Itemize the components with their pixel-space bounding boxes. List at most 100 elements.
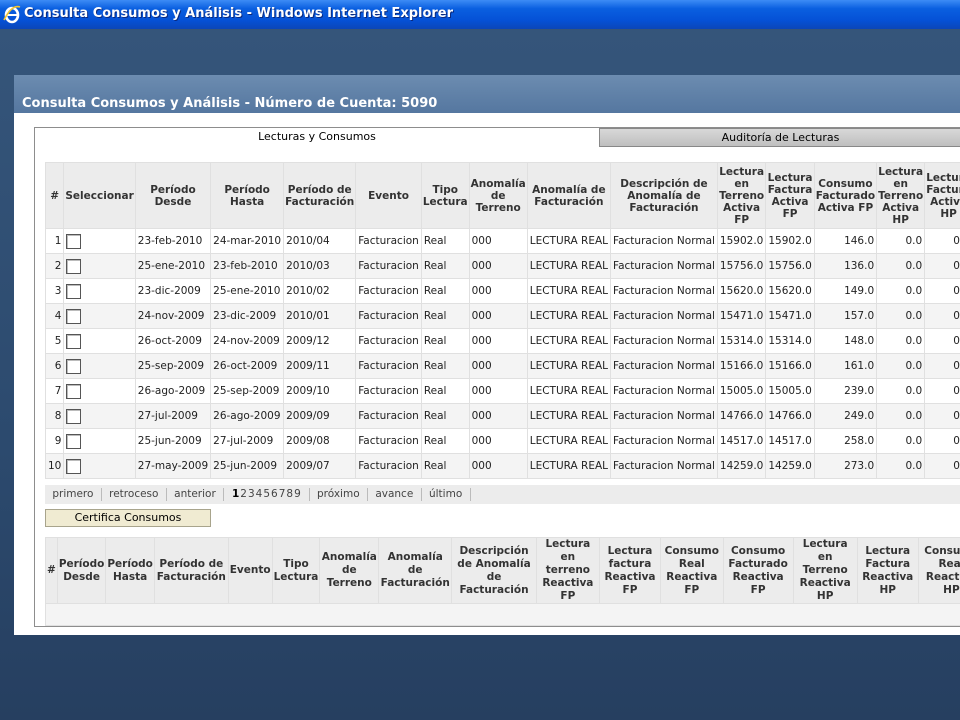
table-cell: LECTURA REAL [526,278,612,304]
pager-page-9[interactable]: 9 [294,485,301,504]
row-select-checkbox[interactable] [66,283,82,299]
pager-separator [165,487,167,501]
row-select-checkbox[interactable] [66,308,82,324]
row-select-checkbox[interactable] [66,458,82,474]
table-cell: 8 [45,403,65,429]
column-header: Período de Facturación [283,162,357,229]
row-select-checkbox[interactable] [66,333,82,349]
pager-page-6[interactable]: 6 [271,485,278,504]
select-cell [63,278,136,304]
table-cell: 0.0 [876,278,926,304]
table-cell: Facturacion [355,453,422,479]
select-cell [63,228,136,254]
pagination-bar: primero retroceso anterior 123456789 pró… [45,485,960,504]
pager-previous-link[interactable]: anterior [174,485,216,504]
table-row: 9 25-jun-2009 27-jul-2009 2009/08 Facturacio… [45,428,960,454]
pager-page-1[interactable]: 1 [232,485,239,504]
pager-separator [100,487,102,501]
table-cell: 23-dic-2009 [210,303,285,329]
row-select-checkbox[interactable] [66,258,82,274]
table-cell: LECTURA REAL [526,328,612,354]
table-cell: 15471.0 [716,303,767,329]
row-select-checkbox[interactable] [66,383,82,399]
table-cell: 000 [468,378,528,404]
tab-auditoria-lecturas[interactable]: Auditoría de Lecturas [599,128,960,147]
table-cell: 000 [468,303,528,329]
pager-pages: 123456789 [231,485,301,504]
table-cell: 26-ago-2009 [134,378,212,404]
table-cell: Facturacion Normal [610,253,718,279]
column-header: Lectura Factura Activa HP [924,162,960,229]
pager-next-link[interactable]: próximo [317,485,360,504]
table-cell: 2009/09 [283,403,357,429]
table-cell: Facturacion Normal [610,303,718,329]
table-cell: 0.0 [876,328,926,354]
table-cell: Real [420,278,470,304]
tab-label: Lecturas y Consumos [258,130,376,143]
column-header: Tipo Lectura [271,537,321,604]
pager-page-2[interactable]: 2 [240,485,247,504]
table-cell: 249.0 [813,403,878,429]
pager-last-link[interactable]: último [429,485,462,504]
table-cell: 15005.0 [765,378,815,404]
pager-page-5[interactable]: 5 [263,485,270,504]
table-cell: LECTURA REAL [526,303,612,329]
table-cell: 000 [468,228,528,254]
row-select-checkbox[interactable] [66,233,82,249]
row-select-checkbox[interactable] [66,358,82,374]
column-header: Período Hasta [105,537,155,604]
window-title: Consulta Consumos y Análisis - Windows I… [24,6,454,21]
page-header: Consulta Consumos y Análisis - Número de… [14,75,960,113]
table-cell: 239.0 [813,378,878,404]
reactive-table-container: # Período Desde Período Hasta Período de Fa… [45,537,960,626]
table-cell: Facturacion [355,278,422,304]
reactive-table: # Período Desde Período Hasta Período de Fa… [45,537,960,626]
table-cell: 14766.0 [716,403,767,429]
pager-page-7[interactable]: 7 [279,485,286,504]
table-cell: 157.0 [813,303,878,329]
table-cell: 2010/04 [283,228,357,254]
row-select-checkbox[interactable] [66,433,82,449]
pager-page-8[interactable]: 8 [286,485,293,504]
table-cell: Facturacion Normal [610,378,718,404]
pager-page-4[interactable]: 4 [256,485,263,504]
pager-separator [469,487,471,501]
table-cell: 1 [45,228,65,254]
certify-consumption-button[interactable]: Certifica Consumos [45,509,211,527]
column-header: Anomalía de Terreno [468,162,528,229]
table-row: 8 27-jul-2009 26-ago-2009 2009/09 Facturacio… [45,403,960,429]
table-cell: 15902.0 [716,228,767,254]
table-cell: 4 [45,303,65,329]
pager-page-3[interactable]: 3 [248,485,255,504]
table-cell: 0.0 [876,353,926,379]
table-cell: Facturacion Normal [610,328,718,354]
tab-lecturas-consumos[interactable]: Lecturas y Consumos [35,128,599,147]
column-header: Consumo Facturado Reactiva FP [722,537,794,604]
pager-separator [366,487,368,501]
table-cell: 24-nov-2009 [134,303,212,329]
table-cell: 0.0 [924,228,960,254]
pager-advance-link[interactable]: avance [375,485,413,504]
table-cell: Facturacion [355,228,422,254]
app-frame: Consulta Consumos y Análisis - Número de… [14,75,960,635]
table-cell: 25-ene-2010 [210,278,285,304]
column-header: Período Desde [134,162,212,229]
column-header: Período Hasta [210,162,285,229]
table-cell: 15005.0 [716,378,767,404]
table-cell: 14766.0 [765,403,815,429]
pager-back-link[interactable]: retroceso [109,485,158,504]
column-header: Evento [227,537,273,604]
table-cell: 25-jun-2009 [134,428,212,454]
column-header: Lectura Factura Activa FP [765,162,815,229]
row-select-checkbox[interactable] [66,408,82,424]
table-row: 6 25-sep-2009 26-oct-2009 2009/11 Facturacio… [45,353,960,379]
column-header: # [45,162,65,229]
pager-first-link[interactable]: primero [52,485,93,504]
table-cell: 14259.0 [716,453,767,479]
table-cell: 15314.0 [716,328,767,354]
select-cell [63,428,136,454]
column-header: Lectura en Terreno Activa HP [876,162,926,229]
table-cell: 0.0 [876,453,926,479]
table-cell: LECTURA REAL [526,228,612,254]
content-panel: Lecturas y Consumos Auditoría de Lectura… [34,127,960,627]
